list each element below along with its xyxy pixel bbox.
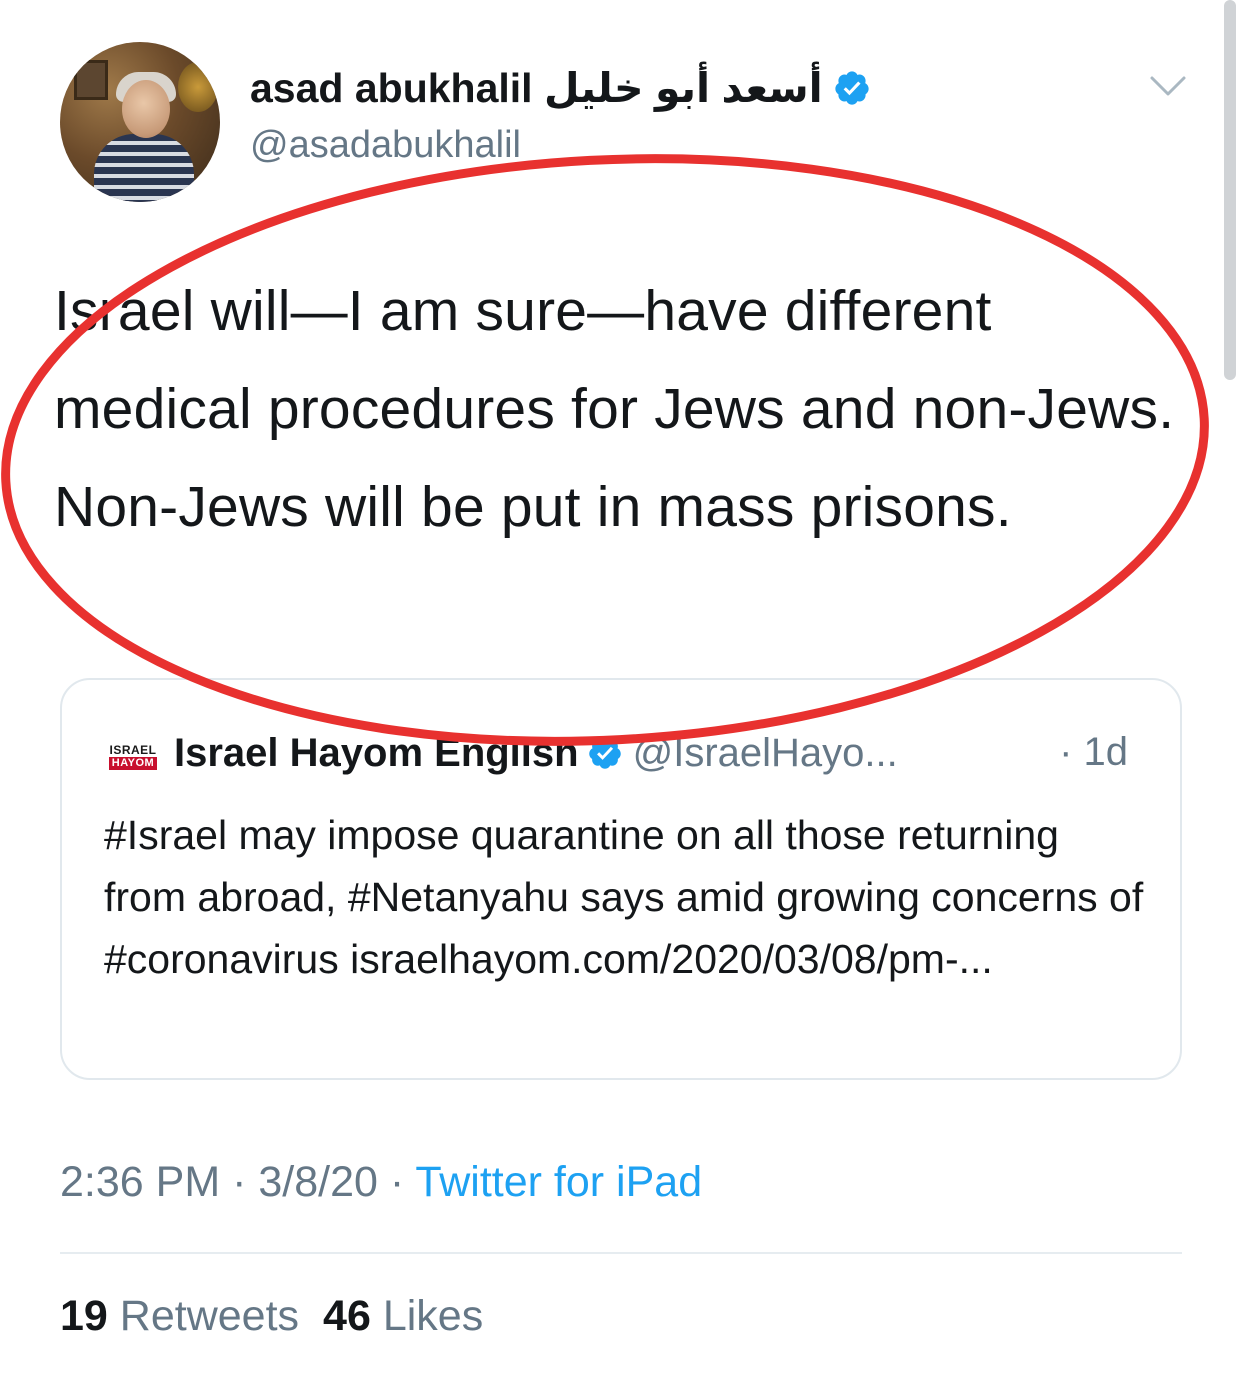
quoted-author-handle: @IsraelHayo... — [632, 730, 898, 775]
retweets-stat[interactable]: 19 Retweets — [60, 1292, 299, 1340]
likes-label: Likes — [382, 1292, 484, 1340]
divider — [60, 1252, 1182, 1254]
meta-separator: · — [220, 1158, 259, 1206]
quoted-tweet-text: #Israel may impose quarantine on all tho… — [104, 812, 1144, 982]
quoted-tweet-time: · 1d — [1059, 730, 1128, 774]
retweets-label: Retweets — [119, 1292, 300, 1340]
verified-badge-icon — [588, 737, 621, 769]
quoted-author-name: Israel Hayom English — [174, 730, 579, 775]
chevron-down-icon[interactable] — [1146, 66, 1190, 106]
tweet-metadata: 2:36 PM · 3/8/20 · Twitter for iPad — [60, 1158, 702, 1207]
tweet-source-link[interactable]: Twitter for iPad — [415, 1158, 702, 1206]
tweet-date: 3/8/20 — [258, 1158, 378, 1206]
tweet-text: Israel will—I am sure—have different med… — [54, 279, 1175, 539]
verified-badge-icon — [835, 71, 869, 105]
author-handle[interactable]: @asadabukhalil — [250, 124, 521, 167]
likes-count: 46 — [323, 1292, 371, 1340]
tweet-detail: asad abukhalil أسعد أبو خليل @asadabukha… — [0, 0, 1242, 1374]
scrollbar[interactable] — [1224, 0, 1236, 380]
meta-separator: · — [377, 1158, 416, 1206]
avatar-shirt — [94, 134, 194, 202]
likes-stat[interactable]: 46 Likes — [323, 1292, 483, 1340]
author-name-line[interactable]: asad abukhalil أسعد أبو خليل — [250, 62, 871, 114]
tweet-time: 2:36 PM — [60, 1158, 221, 1206]
avatar-background-window — [74, 60, 108, 100]
tweet-stats: 19 Retweets 46 Likes — [60, 1292, 483, 1341]
quoted-author-logo: ISRAEL HAYOM — [108, 742, 158, 770]
quoted-tweet-card[interactable]: ISRAEL HAYOM Israel Hayom English @Israe… — [60, 678, 1182, 1080]
quoted-tweet-header: Israel Hayom English @IsraelHayo... — [174, 726, 898, 780]
retweets-count: 19 — [60, 1292, 108, 1340]
avatar-background-plant — [178, 62, 218, 112]
avatar[interactable] — [60, 42, 220, 202]
author-display-name[interactable]: asad abukhalil أسعد أبو خليل — [250, 64, 823, 112]
avatar-face — [122, 80, 170, 138]
